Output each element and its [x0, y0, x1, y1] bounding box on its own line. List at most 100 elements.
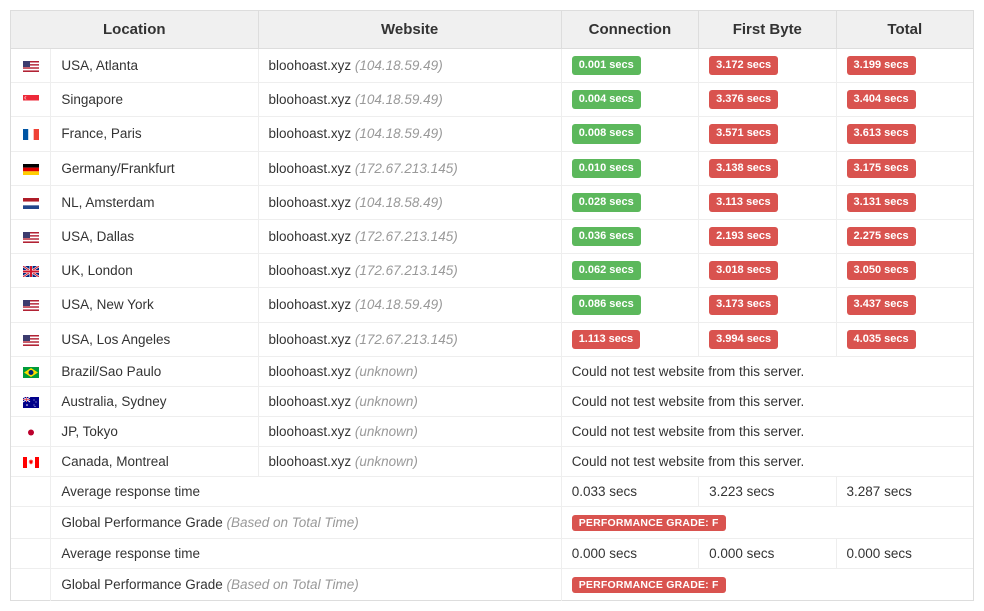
website-cell: bloohoast.xyz (unknown)	[258, 416, 561, 446]
flag-icon	[11, 151, 51, 185]
first-byte-badge: 3.172 secs	[709, 56, 778, 75]
website-cell: bloohoast.xyz (172.67.213.145)	[258, 322, 561, 356]
site-ip: (unknown)	[355, 364, 418, 379]
site-name: bloohoast.xyz	[269, 92, 352, 107]
total-badge: 3.437 secs	[847, 295, 916, 314]
site-name: bloohoast.xyz	[269, 424, 352, 439]
flag-icon	[11, 322, 51, 356]
website-cell: bloohoast.xyz (unknown)	[258, 356, 561, 386]
connection-cell: 0.008 secs	[561, 117, 698, 151]
connection-badge: 0.008 secs	[572, 124, 641, 143]
summary-row: Average response time0.033 secs3.223 sec…	[11, 476, 974, 506]
first-byte-cell: 3.113 secs	[699, 185, 836, 219]
header-row: Location Website Connection First Byte T…	[11, 11, 974, 49]
first-byte-cell: 2.193 secs	[699, 219, 836, 253]
connection-cell: 0.004 secs	[561, 83, 698, 117]
total-badge: 3.131 secs	[847, 193, 916, 212]
connection-cell: 0.028 secs	[561, 185, 698, 219]
first-byte-cell: 3.172 secs	[699, 49, 836, 83]
header-website: Website	[258, 11, 561, 49]
table-row: Germany/Frankfurt bloohoast.xyz (172.67.2…	[11, 151, 974, 185]
first-byte-badge: 3.994 secs	[709, 330, 778, 349]
connection-cell: 0.001 secs	[561, 49, 698, 83]
site-ip: (104.18.59.49)	[355, 58, 443, 73]
location-cell: USA, Los Angeles	[51, 322, 258, 356]
total-cell: 3.404 secs	[836, 83, 973, 117]
location-cell: USA, Dallas	[51, 219, 258, 253]
site-ip: (172.67.213.145)	[355, 229, 458, 244]
first-byte-cell: 3.138 secs	[699, 151, 836, 185]
flag-icon	[11, 254, 51, 288]
table-row: Brazil/Sao Paulobloohoast.xyz (unknown)C…	[11, 356, 974, 386]
site-ip: (172.67.213.145)	[355, 161, 458, 176]
table-row: Australia, Sydneybloohoast.xyz (unknown)…	[11, 386, 974, 416]
location-cell: Canada, Montreal	[51, 446, 258, 476]
flag-icon	[11, 416, 51, 446]
site-ip: (104.18.59.49)	[355, 297, 443, 312]
total-badge: 3.613 secs	[847, 124, 916, 143]
table-row: USA, Los Angelesbloohoast.xyz (172.67.21…	[11, 322, 974, 356]
connection-badge: 0.001 secs	[572, 56, 641, 75]
first-byte-cell: 3.018 secs	[699, 254, 836, 288]
site-name: bloohoast.xyz	[269, 263, 352, 278]
site-name: bloohoast.xyz	[269, 364, 352, 379]
website-cell: bloohoast.xyz (unknown)	[258, 446, 561, 476]
first-byte-badge: 3.173 secs	[709, 295, 778, 314]
total-badge: 3.404 secs	[847, 90, 916, 109]
first-byte-badge: 3.018 secs	[709, 261, 778, 280]
performance-table: Location Website Connection First Byte T…	[10, 10, 974, 601]
connection-badge: 0.036 secs	[572, 227, 641, 246]
website-cell: bloohoast.xyz (104.18.59.49)	[258, 49, 561, 83]
location-cell: Germany/Frankfurt	[51, 151, 258, 185]
error-cell: Could not test website from this server.	[561, 446, 973, 476]
first-byte-badge: 2.193 secs	[709, 227, 778, 246]
location-cell: Brazil/Sao Paulo	[51, 356, 258, 386]
error-cell: Could not test website from this server.	[561, 416, 973, 446]
site-ip: (172.67.213.145)	[355, 332, 458, 347]
grade-note: (Based on Total Time)	[227, 577, 359, 592]
location-cell: Australia, Sydney	[51, 386, 258, 416]
location-cell: USA, New York	[51, 288, 258, 322]
total-cell: 3.175 secs	[836, 151, 973, 185]
header-connection: Connection	[561, 11, 698, 49]
site-name: bloohoast.xyz	[269, 161, 352, 176]
website-cell: bloohoast.xyz (104.18.59.49)	[258, 117, 561, 151]
first-byte-badge: 3.376 secs	[709, 90, 778, 109]
grade-label: Global Performance Grade (Based on Total…	[51, 568, 561, 600]
first-byte-cell: 3.994 secs	[699, 322, 836, 356]
location-cell: France, Paris	[51, 117, 258, 151]
first-byte-cell: 3.571 secs	[699, 117, 836, 151]
grade-cell: PERFORMANCE GRADE: F	[561, 506, 973, 538]
website-cell: bloohoast.xyz (172.67.213.145)	[258, 219, 561, 253]
summary-label: Average response time	[51, 476, 561, 506]
header-first-byte: First Byte	[699, 11, 836, 49]
total-cell: 3.131 secs	[836, 185, 973, 219]
connection-cell: 0.036 secs	[561, 219, 698, 253]
site-ip: (104.18.59.49)	[355, 126, 443, 141]
header-total: Total	[836, 11, 973, 49]
connection-badge: 1.113 secs	[572, 330, 640, 349]
grade-label-text: Global Performance Grade	[61, 577, 222, 592]
grade-note: (Based on Total Time)	[227, 515, 359, 530]
summary-row: Average response time0.000 secs0.000 sec…	[11, 538, 974, 568]
connection-cell: 1.113 secs	[561, 322, 698, 356]
website-cell: bloohoast.xyz (172.67.213.145)	[258, 254, 561, 288]
avg-total: 3.287 secs	[836, 476, 973, 506]
website-cell: bloohoast.xyz (104.18.59.49)	[258, 288, 561, 322]
table-row: France, Parisbloohoast.xyz (104.18.59.49…	[11, 117, 974, 151]
total-badge: 2.275 secs	[847, 227, 916, 246]
total-cell: 3.613 secs	[836, 117, 973, 151]
site-name: bloohoast.xyz	[269, 394, 352, 409]
total-cell: 3.199 secs	[836, 49, 973, 83]
table-row: NL, Amsterdambloohoast.xyz (104.18.58.49…	[11, 185, 974, 219]
avg-first-byte: 3.223 secs	[699, 476, 836, 506]
empty-flag	[11, 506, 51, 538]
flag-icon	[11, 386, 51, 416]
flag-icon	[11, 117, 51, 151]
avg-total: 0.000 secs	[836, 538, 973, 568]
connection-badge: 0.028 secs	[572, 193, 641, 212]
grade-label: Global Performance Grade (Based on Total…	[51, 506, 561, 538]
total-cell: 2.275 secs	[836, 219, 973, 253]
performance-grade-badge: PERFORMANCE GRADE: F	[572, 577, 726, 593]
flag-icon	[11, 356, 51, 386]
